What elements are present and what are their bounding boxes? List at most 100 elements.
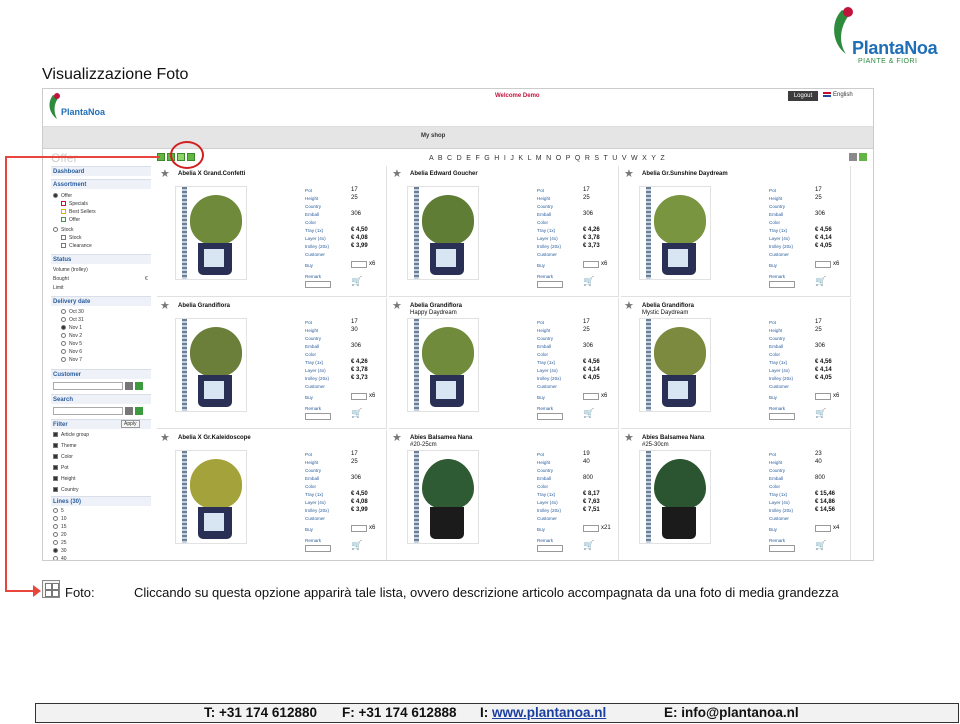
spec-label: Height bbox=[305, 196, 319, 201]
website-link[interactable]: www.plantanoa.nl bbox=[492, 705, 606, 720]
product-photo[interactable] bbox=[407, 450, 479, 544]
product-photo[interactable] bbox=[639, 318, 711, 412]
check-offer[interactable]: Offer bbox=[61, 217, 80, 223]
product-photo[interactable] bbox=[639, 186, 711, 280]
remark-input[interactable] bbox=[769, 413, 795, 420]
date-option[interactable]: Oct 31 bbox=[61, 317, 84, 323]
search-go-icon[interactable] bbox=[135, 407, 143, 415]
remark-input[interactable] bbox=[305, 545, 331, 552]
check-best-sellers[interactable]: Best Sellers bbox=[61, 209, 96, 215]
favorite-star-icon[interactable]: ★ bbox=[624, 169, 635, 180]
remark-input[interactable] bbox=[305, 413, 331, 420]
lines-option[interactable]: 25 bbox=[53, 540, 67, 546]
filter-option[interactable]: Pot bbox=[53, 465, 69, 471]
date-option[interactable]: Nov 5 bbox=[61, 341, 82, 347]
product-photo[interactable] bbox=[407, 186, 479, 280]
date-option[interactable]: Nov 7 bbox=[61, 357, 82, 363]
logout-button[interactable]: Logout bbox=[788, 91, 818, 101]
remark-input[interactable] bbox=[537, 281, 563, 288]
sidebar-status[interactable]: Status bbox=[51, 254, 151, 264]
spec-value: 306 bbox=[583, 211, 594, 217]
date-option[interactable]: Oct 30 bbox=[61, 309, 84, 315]
customer-dropdown-icon[interactable] bbox=[125, 382, 133, 390]
lines-option[interactable]: 15 bbox=[53, 524, 67, 530]
buy-quantity-input[interactable] bbox=[815, 393, 831, 400]
filter-option[interactable]: Height bbox=[53, 476, 75, 482]
radio-stock[interactable]: Stock bbox=[53, 227, 74, 233]
buy-quantity-input[interactable] bbox=[815, 525, 831, 532]
filter-option[interactable]: Theme bbox=[53, 443, 77, 449]
product-photo[interactable] bbox=[175, 450, 247, 544]
cart-icon[interactable]: 🛒 bbox=[815, 541, 829, 550]
alphabet-filter[interactable]: A B C D E F G H I J K L M N O P Q R S T … bbox=[429, 155, 666, 162]
date-option[interactable]: Nov 6 bbox=[61, 349, 82, 355]
apply-button[interactable]: Apply bbox=[121, 420, 140, 428]
favorite-star-icon[interactable]: ★ bbox=[392, 301, 403, 312]
date-option[interactable]: Nov 2 bbox=[61, 333, 82, 339]
spec-value: € 15,46 bbox=[815, 491, 836, 497]
radio-offer[interactable]: Offer bbox=[53, 193, 72, 199]
next-page-icon[interactable] bbox=[859, 153, 867, 161]
product-photo[interactable] bbox=[407, 318, 479, 412]
search-input[interactable] bbox=[53, 407, 123, 415]
lines-option[interactable]: 40 bbox=[53, 556, 67, 560]
filter-option[interactable]: Country bbox=[53, 487, 79, 493]
favorite-star-icon[interactable]: ★ bbox=[392, 433, 403, 444]
buy-quantity-input[interactable] bbox=[351, 261, 367, 268]
lines-option[interactable]: 10 bbox=[53, 516, 67, 522]
buy-quantity-input[interactable] bbox=[583, 525, 599, 532]
cart-icon[interactable]: 🛒 bbox=[583, 409, 597, 418]
product-photo[interactable] bbox=[639, 450, 711, 544]
remark-input[interactable] bbox=[537, 545, 563, 552]
favorite-star-icon[interactable]: ★ bbox=[160, 433, 171, 444]
spec-label: Remark bbox=[305, 538, 322, 543]
lines-option[interactable]: 20 bbox=[53, 532, 67, 538]
favorite-star-icon[interactable]: ★ bbox=[624, 301, 635, 312]
product-photo[interactable] bbox=[175, 318, 247, 412]
buy-quantity-input[interactable] bbox=[351, 525, 367, 532]
language-select[interactable]: English bbox=[823, 92, 853, 98]
buy-quantity-input[interactable] bbox=[351, 393, 367, 400]
date-option[interactable]: Nov 1 bbox=[61, 325, 82, 331]
sidebar-assortment[interactable]: Assortment bbox=[51, 179, 151, 189]
customer-go-icon[interactable] bbox=[135, 382, 143, 390]
buy-quantity-input[interactable] bbox=[583, 261, 599, 268]
lines-option[interactable]: 5 bbox=[53, 508, 64, 514]
cart-icon[interactable]: 🛒 bbox=[815, 277, 829, 286]
spec-label: Buy bbox=[305, 395, 313, 400]
check-stock[interactable]: Stock bbox=[61, 235, 82, 241]
cart-icon[interactable]: 🛒 bbox=[351, 277, 365, 286]
spec-label: Layer (4x) bbox=[305, 236, 326, 241]
cart-icon[interactable]: 🛒 bbox=[815, 409, 829, 418]
check-clearance[interactable]: Clearance bbox=[61, 243, 92, 249]
prev-page-icon[interactable] bbox=[849, 153, 857, 161]
cart-icon[interactable]: 🛒 bbox=[351, 409, 365, 418]
favorite-star-icon[interactable]: ★ bbox=[160, 301, 171, 312]
favorite-star-icon[interactable]: ★ bbox=[624, 433, 635, 444]
buy-quantity-input[interactable] bbox=[583, 393, 599, 400]
buy-quantity-input[interactable] bbox=[815, 261, 831, 268]
spec-value: 25 bbox=[583, 327, 590, 333]
remark-input[interactable] bbox=[769, 281, 795, 288]
favorite-star-icon[interactable]: ★ bbox=[160, 169, 171, 180]
cart-icon[interactable]: 🛒 bbox=[351, 541, 365, 550]
search-dropdown-icon[interactable] bbox=[125, 407, 133, 415]
lines-option[interactable]: 30 bbox=[53, 548, 67, 554]
sidebar-search[interactable]: Search bbox=[51, 394, 151, 404]
cart-icon[interactable]: 🛒 bbox=[583, 541, 597, 550]
favorite-star-icon[interactable]: ★ bbox=[392, 169, 403, 180]
sidebar-lines[interactable]: Lines (30) bbox=[51, 496, 151, 506]
plant-image bbox=[654, 459, 706, 509]
sidebar-customer[interactable]: Customer bbox=[51, 369, 151, 379]
remark-input[interactable] bbox=[769, 545, 795, 552]
sidebar-delivery-date[interactable]: Delivery date bbox=[51, 296, 151, 306]
remark-input[interactable] bbox=[305, 281, 331, 288]
customer-input[interactable] bbox=[53, 382, 123, 390]
sidebar-dashboard[interactable]: Dashboard bbox=[51, 166, 151, 176]
product-photo[interactable] bbox=[175, 186, 247, 280]
filter-option[interactable]: Article group bbox=[53, 432, 89, 438]
check-specials[interactable]: Specials bbox=[61, 201, 88, 207]
cart-icon[interactable]: 🛒 bbox=[583, 277, 597, 286]
remark-input[interactable] bbox=[537, 413, 563, 420]
filter-option[interactable]: Color bbox=[53, 454, 73, 460]
